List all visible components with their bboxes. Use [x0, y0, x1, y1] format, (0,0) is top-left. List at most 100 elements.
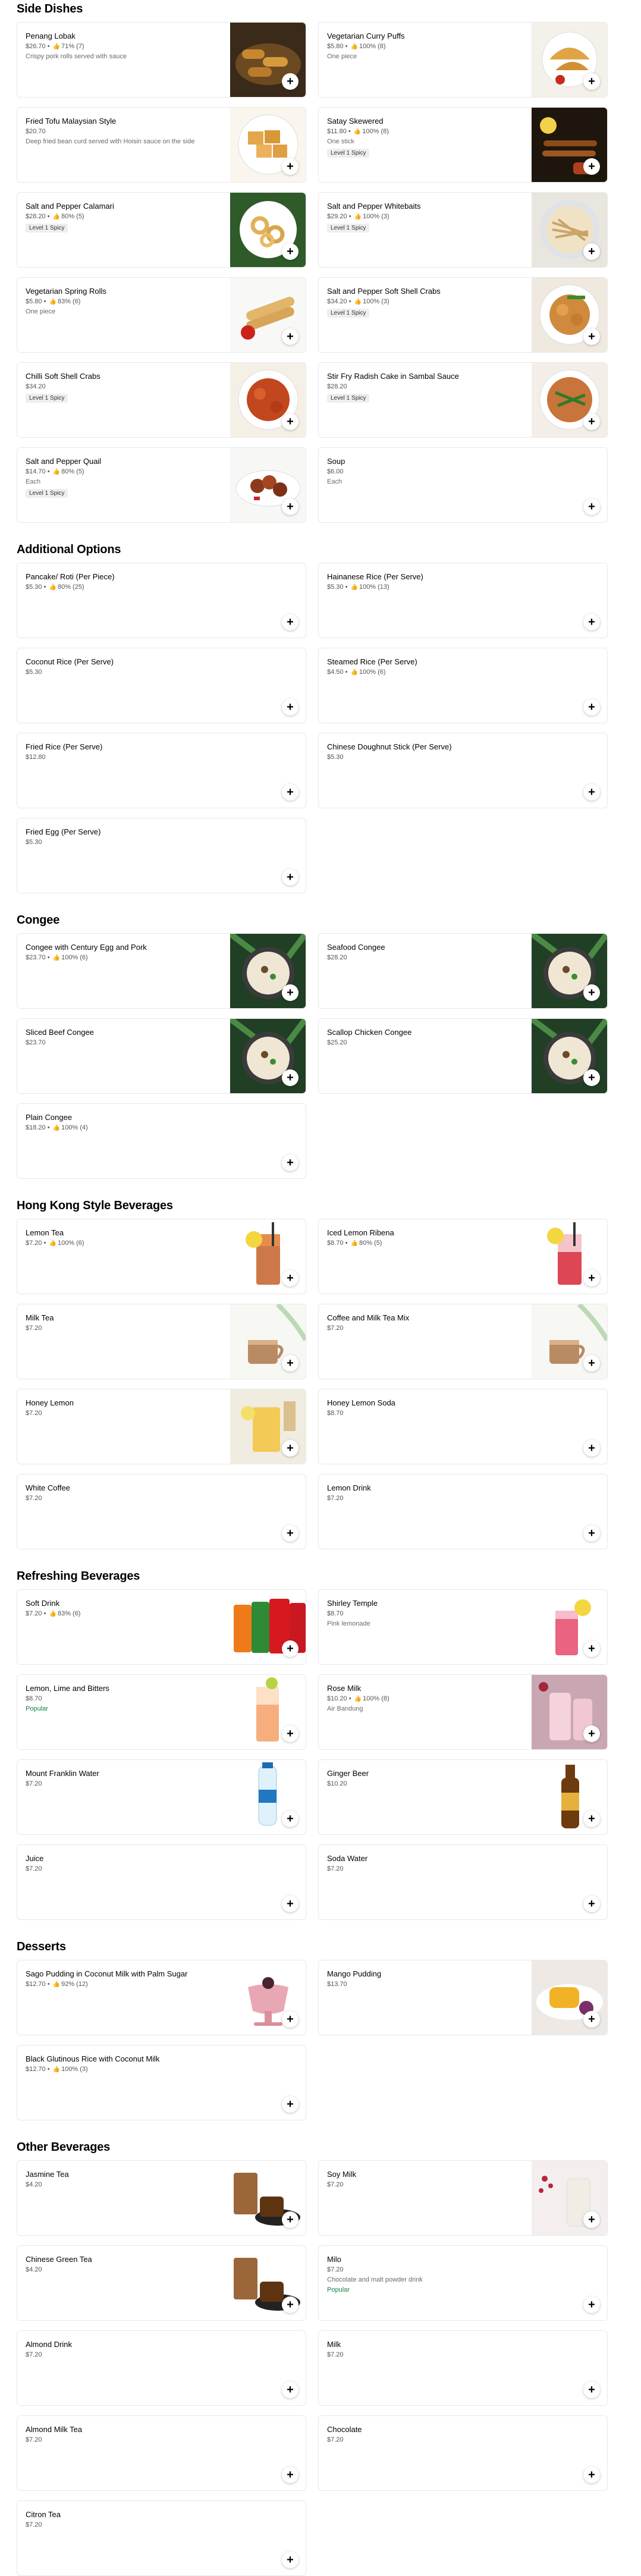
menu-item-card[interactable]: Almond Milk Tea $7.20 +	[17, 2415, 306, 2491]
menu-item-card[interactable]: Honey Lemon $7.20 +	[17, 1389, 306, 1464]
plus-icon[interactable]: +	[583, 498, 600, 515]
plus-icon[interactable]: +	[583, 1270, 600, 1287]
plus-icon[interactable]: +	[282, 1154, 298, 1171]
menu-item-card[interactable]: Honey Lemon Soda $8.70 +	[318, 1389, 608, 1464]
menu-item-card[interactable]: Seafood Congee $28.20 +	[318, 933, 608, 1009]
plus-icon[interactable]: +	[583, 1896, 600, 1912]
menu-item-card[interactable]: Coconut Rice (Per Serve) $5.30 +	[17, 648, 306, 723]
plus-icon[interactable]: +	[282, 243, 298, 260]
plus-icon[interactable]: +	[583, 2467, 600, 2483]
menu-item-card[interactable]: Lemon Tea $7.20 • 👍 100% (6) +	[17, 1219, 306, 1294]
plus-icon[interactable]: +	[583, 1725, 600, 1742]
plus-icon[interactable]: +	[282, 2011, 298, 2028]
plus-icon[interactable]: +	[282, 498, 298, 515]
plus-icon[interactable]: +	[583, 1069, 600, 1086]
plus-icon[interactable]: +	[583, 413, 600, 430]
menu-item-card[interactable]: Salt and Pepper Calamari $28.20 • 👍 80% (5…	[17, 192, 306, 268]
plus-icon[interactable]: +	[583, 1811, 600, 1827]
plus-icon[interactable]: +	[583, 699, 600, 716]
menu-item-card[interactable]: Fried Rice (Per Serve) $12.80 +	[17, 733, 306, 808]
menu-item-card[interactable]: Salt and Pepper Soft Shell Crabs $34.20 •…	[318, 277, 608, 353]
plus-icon[interactable]: +	[282, 869, 298, 886]
plus-icon[interactable]: +	[282, 1440, 298, 1457]
menu-item-card[interactable]: Mango Pudding $13.70 +	[318, 1960, 608, 2035]
menu-item-card[interactable]: Vegetarian Spring Rolls $5.80 • 👍 83% (6) O…	[17, 277, 306, 353]
plus-icon[interactable]: +	[282, 2211, 298, 2228]
plus-icon[interactable]: +	[282, 699, 298, 716]
plus-icon[interactable]: +	[282, 2296, 298, 2313]
menu-item-card[interactable]: Pancake/ Roti (Per Piece) $5.30 • 👍 80% (2…	[17, 563, 306, 638]
menu-item-card[interactable]: Hainanese Rice (Per Serve) $5.30 • 👍 100% …	[318, 563, 608, 638]
plus-icon[interactable]: +	[583, 2011, 600, 2028]
plus-icon[interactable]: +	[583, 243, 600, 260]
menu-item-card[interactable]: Salt and Pepper Quail $14.70 • 👍 80% (5) Ea…	[17, 447, 306, 523]
menu-item-card[interactable]: Rose Milk $10.20 • 👍 100% (8) Air Bandung +	[318, 1674, 608, 1750]
plus-icon[interactable]: +	[583, 1440, 600, 1457]
plus-icon[interactable]: +	[282, 2382, 298, 2398]
menu-item-card[interactable]: Iced Lemon Ribena $8.70 • 👍 80% (5) +	[318, 1219, 608, 1294]
menu-item-card[interactable]: Jasmine Tea $4.20 +	[17, 2160, 306, 2236]
menu-item-card[interactable]: White Coffee $7.20 +	[17, 1474, 306, 1549]
plus-icon[interactable]: +	[583, 73, 600, 90]
menu-item-card[interactable]: Shirley Temple $8.70 Pink lemonade +	[318, 1589, 608, 1665]
plus-icon[interactable]: +	[583, 984, 600, 1001]
plus-icon[interactable]: +	[282, 1355, 298, 1372]
plus-icon[interactable]: +	[583, 328, 600, 345]
menu-item-card[interactable]: Sliced Beef Congee $23.70 +	[17, 1018, 306, 1094]
plus-icon[interactable]: +	[282, 1640, 298, 1657]
plus-icon[interactable]: +	[583, 2296, 600, 2313]
plus-icon[interactable]: +	[282, 984, 298, 1001]
plus-icon[interactable]: +	[583, 784, 600, 801]
menu-item-card[interactable]: Soft Drink $7.20 • 👍 83% (6) +	[17, 1589, 306, 1665]
menu-item-card[interactable]: Lemon, Lime and Bitters $8.70 Popular +	[17, 1674, 306, 1750]
menu-item-card[interactable]: Citron Tea $7.20 +	[17, 2500, 306, 2576]
plus-icon[interactable]: +	[282, 2552, 298, 2568]
menu-item-card[interactable]: Soda Water $7.20 +	[318, 1844, 608, 1920]
menu-item-card[interactable]: Soy Milk $7.20 +	[318, 2160, 608, 2236]
plus-icon[interactable]: +	[583, 2211, 600, 2228]
plus-icon[interactable]: +	[282, 784, 298, 801]
plus-icon[interactable]: +	[282, 1896, 298, 1912]
plus-icon[interactable]: +	[583, 614, 600, 630]
plus-icon[interactable]: +	[583, 1525, 600, 1542]
menu-item-card[interactable]: Lemon Drink $7.20 +	[318, 1474, 608, 1549]
menu-item-card[interactable]: Satay Skewered $11.80 • 👍 100% (8) One stic…	[318, 107, 608, 183]
plus-icon[interactable]: +	[583, 1355, 600, 1372]
menu-item-card[interactable]: Milo $7.20 Chocolate and malt powder drink…	[318, 2245, 608, 2321]
menu-item-card[interactable]: Stir Fry Radish Cake in Sambal Sauce $28.…	[318, 362, 608, 438]
plus-icon[interactable]: +	[583, 2382, 600, 2398]
plus-icon[interactable]: +	[282, 328, 298, 345]
menu-item-card[interactable]: Chocolate $7.20 +	[318, 2415, 608, 2491]
plus-icon[interactable]: +	[282, 1270, 298, 1287]
menu-item-card[interactable]: Sago Pudding in Coconut Milk with Palm S…	[17, 1960, 306, 2035]
plus-icon[interactable]: +	[282, 2467, 298, 2483]
plus-icon[interactable]: +	[282, 1811, 298, 1827]
menu-item-card[interactable]: Steamed Rice (Per Serve) $4.50 • 👍 100% (6…	[318, 648, 608, 723]
menu-item-card[interactable]: Congee with Century Egg and Pork $23.70 •…	[17, 933, 306, 1009]
menu-item-card[interactable]: Fried Egg (Per Serve) $5.30 +	[17, 818, 306, 893]
plus-icon[interactable]: +	[282, 158, 298, 175]
plus-icon[interactable]: +	[282, 614, 298, 630]
menu-item-card[interactable]: Penang Lobak $26.70 • 👍 71% (7) Crispy pork…	[17, 22, 306, 98]
menu-item-card[interactable]: Chinese Doughnut Stick (Per Serve) $5.30 +	[318, 733, 608, 808]
menu-item-card[interactable]: Vegetarian Curry Puffs $5.80 • 👍 100% (8) O…	[318, 22, 608, 98]
menu-item-card[interactable]: Chilli Soft Shell Crabs $34.20 Level 1 Spi…	[17, 362, 306, 438]
plus-icon[interactable]: +	[282, 1525, 298, 1542]
menu-item-card[interactable]: Scallop Chicken Congee $25.20 +	[318, 1018, 608, 1094]
menu-item-card[interactable]: Soup $6.00 Each +	[318, 447, 608, 523]
plus-icon[interactable]: +	[282, 2096, 298, 2113]
menu-item-card[interactable]: Salt and Pepper Whitebaits $29.20 • 👍 100%…	[318, 192, 608, 268]
menu-item-card[interactable]: Milk Tea $7.20 +	[17, 1304, 306, 1379]
menu-item-card[interactable]: Coffee and Milk Tea Mix $7.20 +	[318, 1304, 608, 1379]
menu-item-card[interactable]: Fried Tofu Malaysian Style $20.70 Deep fri…	[17, 107, 306, 183]
menu-item-card[interactable]: Almond Drink $7.20 +	[17, 2330, 306, 2406]
menu-item-card[interactable]: Black Glutinous Rice with Coconut Milk $1…	[17, 2045, 306, 2120]
menu-item-card[interactable]: Milk $7.20 +	[318, 2330, 608, 2406]
plus-icon[interactable]: +	[282, 1725, 298, 1742]
plus-icon[interactable]: +	[583, 158, 600, 175]
menu-item-card[interactable]: Ginger Beer $10.20 +	[318, 1759, 608, 1835]
menu-item-card[interactable]: Juice $7.20 +	[17, 1844, 306, 1920]
plus-icon[interactable]: +	[282, 1069, 298, 1086]
menu-item-card[interactable]: Chinese Green Tea $4.20 +	[17, 2245, 306, 2321]
menu-item-card[interactable]: Mount Franklin Water $7.20 +	[17, 1759, 306, 1835]
